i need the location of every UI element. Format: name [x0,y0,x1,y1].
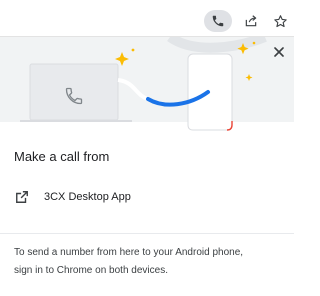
browser-toolbar [0,0,294,38]
app-option-3cx[interactable]: 3CX Desktop App [0,184,294,210]
click-to-call-button[interactable] [204,10,232,32]
dialog-heading: Make a call from [14,149,110,164]
close-button[interactable] [270,43,288,61]
close-icon [274,47,284,57]
divider [0,233,294,234]
laptop-phone-icon [65,87,83,105]
star-icon [273,14,287,27]
phone-icon [212,15,224,27]
phone-bottom-edge [187,120,233,131]
sign-in-hint-line-1: To send a number from here to your Andro… [14,247,244,258]
dialog-illustration [0,32,294,129]
click-to-call-dialog: Make a call from 3CX Desktop App To send… [0,32,294,296]
sign-in-hint: To send a number from here to your Andro… [14,244,288,280]
call-illustration [20,32,267,129]
share-icon [245,15,257,27]
app-option-label: 3CX Desktop App [44,191,131,203]
sign-in-hint-line-2: sign in to Chrome on both devices. [14,265,168,276]
bookmark-star-button[interactable] [266,10,294,32]
open-external-icon [14,189,30,205]
share-button[interactable] [237,10,265,32]
